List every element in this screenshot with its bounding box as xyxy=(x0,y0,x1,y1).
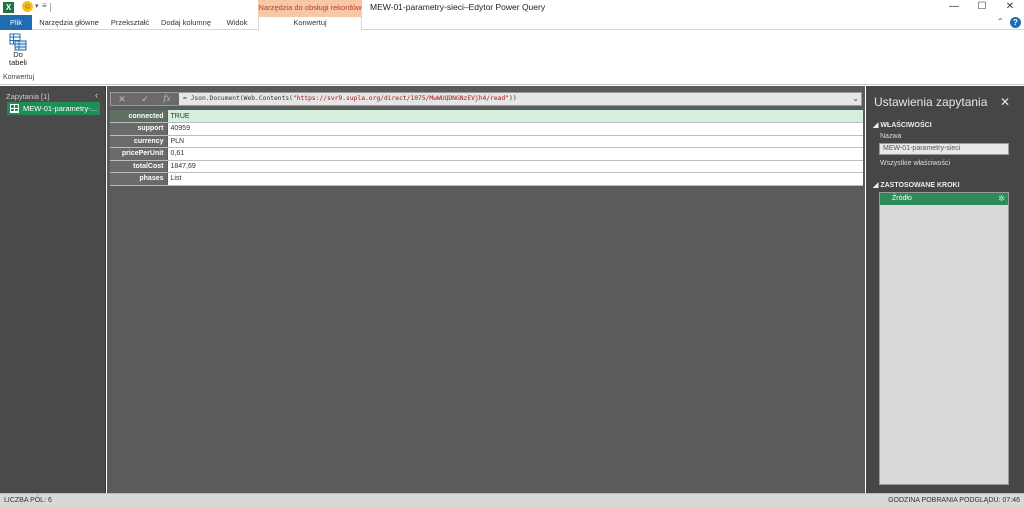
record-row[interactable]: totalCost 1847,69 xyxy=(110,160,863,173)
tab-transform[interactable]: Przekształć xyxy=(108,15,152,30)
all-properties-link[interactable]: Wszystkie właściwości xyxy=(880,160,950,167)
fx-icon[interactable]: fx xyxy=(158,93,176,105)
chevron-down-icon[interactable]: ▾ xyxy=(35,2,39,10)
applied-step[interactable]: Źródło ✲ xyxy=(880,193,1008,205)
cancel-formula-icon[interactable]: ✕ xyxy=(113,93,131,105)
record-value[interactable]: 40959 xyxy=(167,122,863,136)
record-row[interactable]: connected TRUE xyxy=(110,110,863,123)
record-key: currency xyxy=(110,135,168,148)
record-value[interactable]: 1847,69 xyxy=(167,160,863,173)
ribbon-collapse-icon[interactable]: ⌃ xyxy=(997,17,1004,26)
record-key: totalCost xyxy=(110,160,168,173)
record-key: pricePerUnit xyxy=(110,147,168,161)
properties-section-header[interactable]: ◢ WŁAŚCIWOŚCI xyxy=(873,121,932,129)
field-count-status: LICZBA PÓL: 6 xyxy=(4,497,52,504)
quick-access-divider xyxy=(50,3,51,12)
to-table-label-line2: tabeli xyxy=(9,58,27,67)
queries-pane: Zapytania [1] ‹ MEW-01-parametry-... xyxy=(0,86,106,493)
record-row[interactable]: currency PLN xyxy=(110,135,863,148)
title-bar: X ☺ ▾ ≡ Narzędzia do obsługi rekordów ME… xyxy=(0,0,1024,15)
excel-icon[interactable]: X xyxy=(3,2,14,13)
preview-time-status: GODZINA POBRANIA PODGLĄDU: 07:46 xyxy=(888,497,1020,504)
queries-header: Zapytania [1] xyxy=(6,92,50,101)
maximize-button[interactable]: ☐ xyxy=(968,0,996,15)
record-key: support xyxy=(110,122,168,136)
record-value[interactable]: List xyxy=(167,172,863,186)
record-value[interactable]: TRUE xyxy=(167,110,863,123)
name-label: Nazwa xyxy=(880,133,902,140)
contextual-tab-group-label: Narzędzia do obsługi rekordów xyxy=(258,0,362,15)
tab-view[interactable]: Widok xyxy=(220,15,254,30)
tab-convert[interactable]: Konwertuj xyxy=(258,15,362,30)
table-icon xyxy=(10,104,19,113)
query-item[interactable]: MEW-01-parametry-... xyxy=(7,102,100,115)
quick-access-customize-icon[interactable]: ≡ xyxy=(42,1,47,10)
ribbon-tab-strip: Plik Narzędzia główne Przekształć Dodaj … xyxy=(0,15,1024,30)
status-bar: LICZBA PÓL: 6 GODZINA POBRANIA PODGLĄDU:… xyxy=(0,493,1024,508)
formula-bar-buttons: ✕ ✓ fx xyxy=(111,93,179,105)
minimize-button[interactable]: — xyxy=(940,0,968,15)
formula-prefix: = Json.Document(Web.Contents( xyxy=(183,95,293,102)
gear-icon[interactable]: ✲ xyxy=(998,193,1005,205)
smiley-feedback-icon[interactable]: ☺ xyxy=(22,1,33,12)
tab-add-column[interactable]: Dodaj kolumnę xyxy=(158,15,214,30)
record-value[interactable]: 0,61 xyxy=(167,147,863,161)
query-item-label: MEW-01-parametry-... xyxy=(23,104,98,113)
confirm-formula-icon[interactable]: ✓ xyxy=(136,93,154,105)
help-icon[interactable]: ? xyxy=(1010,17,1021,28)
to-table-icon xyxy=(9,33,27,51)
ribbon: Do tabeli Konwertuj xyxy=(0,30,1024,85)
ribbon-group-label: Konwertuj xyxy=(3,74,35,81)
record-row[interactable]: phases List xyxy=(110,172,863,186)
close-settings-icon[interactable]: ✕ xyxy=(1000,95,1010,109)
formula-bar[interactable]: ✕ ✓ fx = Json.Document(Web.Contents("htt… xyxy=(110,92,862,106)
record-row[interactable]: pricePerUnit 0,61 xyxy=(110,147,863,161)
applied-steps-list: Źródło ✲ xyxy=(879,192,1009,485)
applied-steps-section-header[interactable]: ◢ ZASTOSOWANE KROKI xyxy=(873,181,960,189)
expand-formula-icon[interactable]: ⌄ xyxy=(852,93,859,105)
window-title: MEW-01-parametry-sieci–Edytor Power Quer… xyxy=(370,2,546,12)
record-key: connected xyxy=(110,110,168,123)
tab-home[interactable]: Narzędzia główne xyxy=(36,15,102,30)
formula-url: "https://svr9.supla.org/direct/1075/MwWU… xyxy=(292,95,510,102)
tab-file[interactable]: Plik xyxy=(0,15,32,30)
query-name-input[interactable]: MEW-01-parametry-sieci xyxy=(879,143,1009,155)
query-settings-pane: Ustawienia zapytania ✕ ◢ WŁAŚCIWOŚCI Naz… xyxy=(866,86,1024,493)
data-preview-area: ✕ ✓ fx = Json.Document(Web.Contents("htt… xyxy=(107,86,865,493)
record-value[interactable]: PLN xyxy=(167,135,863,148)
applied-step-label: Źródło xyxy=(892,195,912,202)
settings-title: Ustawienia zapytania xyxy=(874,95,988,109)
formula-suffix: )) xyxy=(509,95,517,102)
formula-text[interactable]: = Json.Document(Web.Contents("https://sv… xyxy=(183,93,517,105)
close-window-button[interactable]: ✕ xyxy=(996,0,1024,15)
collapse-queries-icon[interactable]: ‹ xyxy=(95,90,98,100)
to-table-button[interactable]: Do tabeli xyxy=(4,33,32,73)
record-key: phases xyxy=(110,172,168,186)
record-row[interactable]: support 40959 xyxy=(110,122,863,136)
record-view: connected TRUE support 40959 currency PL… xyxy=(110,110,863,186)
